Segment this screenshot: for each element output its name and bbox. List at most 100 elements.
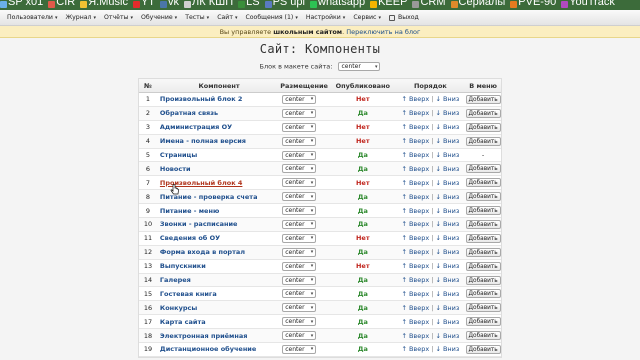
move-down-link[interactable]: ↓ Вниз — [435, 207, 459, 215]
add-to-menu-button[interactable]: Добавить — [465, 303, 501, 313]
bookmark-item[interactable]: YT — [132, 0, 155, 8]
published-toggle[interactable]: Да — [330, 193, 396, 201]
component-link[interactable]: Новости — [157, 165, 278, 173]
move-down-link[interactable]: ↓ Вниз — [435, 179, 459, 187]
placement-select[interactable]: center ▾ — [282, 303, 317, 313]
move-down-link[interactable]: ↓ Вниз — [435, 109, 459, 117]
add-to-menu-button[interactable]: Добавить — [465, 289, 501, 299]
move-down-link[interactable]: ↓ Вниз — [435, 318, 459, 326]
component-link[interactable]: Звонки - расписание — [157, 220, 278, 228]
add-to-menu-button[interactable]: Добавить — [465, 344, 501, 354]
component-link[interactable]: Галерея — [157, 276, 278, 284]
placement-select[interactable]: center ▾ — [282, 108, 317, 118]
move-up-link[interactable]: ↑ Вверх — [401, 193, 429, 201]
published-toggle[interactable]: Нет — [330, 179, 396, 187]
placement-select[interactable]: center ▾ — [282, 331, 317, 341]
component-link[interactable]: Дистанционное обучение — [157, 345, 278, 353]
menu-item[interactable]: Отчёты ▾ — [100, 10, 137, 26]
move-down-link[interactable]: ↓ Вниз — [435, 151, 459, 159]
menu-item[interactable]: Сервис ▾ — [349, 10, 385, 26]
layout-block-select[interactable]: center ▾ — [338, 62, 381, 71]
placement-select[interactable]: center ▾ — [282, 150, 317, 160]
menu-item[interactable]: Выход — [385, 10, 423, 26]
menu-item[interactable]: Сайт ▾ — [213, 10, 241, 26]
move-down-link[interactable]: ↓ Вниз — [435, 193, 459, 201]
add-to-menu-button[interactable]: Добавить — [465, 136, 501, 146]
placement-select[interactable]: center ▾ — [282, 192, 317, 202]
move-up-link[interactable]: ↑ Вверх — [401, 207, 429, 215]
bookmark-item[interactable]: CRM — [412, 0, 446, 8]
move-down-link[interactable]: ↓ Вниз — [435, 332, 459, 340]
bookmark-item[interactable]: vk — [160, 0, 179, 8]
header-published[interactable]: Опубликовано — [330, 82, 396, 90]
placement-select[interactable]: center ▾ — [282, 219, 317, 229]
add-to-menu-button[interactable]: Добавить — [465, 192, 501, 202]
placement-select[interactable]: center ▾ — [282, 206, 317, 216]
bookmark-item[interactable]: Я.Music — [80, 0, 128, 8]
published-toggle[interactable]: Да — [330, 345, 396, 353]
bookmark-item[interactable]: SP x01 — [0, 0, 43, 8]
move-down-link[interactable]: ↓ Вниз — [435, 95, 459, 103]
move-down-link[interactable]: ↓ Вниз — [435, 248, 459, 256]
move-up-link[interactable]: ↑ Вверх — [401, 220, 429, 228]
move-up-link[interactable]: ↑ Вверх — [401, 332, 429, 340]
move-down-link[interactable]: ↓ Вниз — [435, 304, 459, 312]
move-up-link[interactable]: ↑ Вверх — [401, 151, 429, 159]
bookmark-item[interactable]: LS — [238, 0, 260, 8]
move-up-link[interactable]: ↑ Вверх — [401, 109, 429, 117]
component-link[interactable]: Администрация ОУ — [157, 123, 278, 131]
bookmark-item[interactable]: ЛК КШП — [184, 0, 233, 8]
move-down-link[interactable]: ↓ Вниз — [435, 234, 459, 242]
published-toggle[interactable]: Нет — [330, 137, 396, 145]
move-down-link[interactable]: ↓ Вниз — [435, 220, 459, 228]
placement-select[interactable]: center ▾ — [282, 317, 317, 327]
component-link[interactable]: Выпускники — [157, 262, 278, 270]
bookmark-item[interactable]: Сериалы — [450, 0, 505, 8]
bookmark-item[interactable]: whatsapp — [310, 0, 365, 8]
menu-item[interactable]: Настройки ▾ — [302, 10, 349, 26]
add-to-menu-button[interactable]: Добавить — [465, 233, 501, 243]
header-placement[interactable]: Размещение — [278, 82, 330, 90]
add-to-menu-button[interactable]: Добавить — [465, 247, 501, 257]
add-to-menu-button[interactable]: Добавить — [465, 331, 501, 341]
move-up-link[interactable]: ↑ Вверх — [401, 165, 429, 173]
move-down-link[interactable]: ↓ Вниз — [435, 165, 459, 173]
published-toggle[interactable]: Да — [330, 207, 396, 215]
move-up-link[interactable]: ↑ Вверх — [401, 248, 429, 256]
published-toggle[interactable]: Нет — [330, 95, 396, 103]
add-to-menu-button[interactable]: Добавить — [465, 219, 501, 229]
placement-select[interactable]: center ▾ — [282, 164, 317, 174]
bookmark-item[interactable]: PS upl — [264, 0, 305, 8]
placement-select[interactable]: center ▾ — [282, 94, 317, 104]
component-link[interactable]: Конкурсы — [157, 304, 278, 312]
move-up-link[interactable]: ↑ Вверх — [401, 276, 429, 284]
bookmark-item[interactable]: YouTrack — [561, 0, 615, 8]
bookmark-item[interactable]: KEEP — [370, 0, 407, 8]
component-link[interactable]: Произвольный блок 2 — [157, 95, 278, 103]
switch-to-blog-link[interactable]: Переключить на блог — [346, 28, 420, 36]
placement-select[interactable]: center ▾ — [282, 344, 317, 354]
menu-item[interactable]: Пользователи ▾ — [3, 10, 61, 26]
menu-item[interactable]: Тесты ▾ — [181, 10, 213, 26]
move-up-link[interactable]: ↑ Вверх — [401, 345, 429, 353]
placement-select[interactable]: center ▾ — [282, 247, 317, 257]
move-up-link[interactable]: ↑ Вверх — [401, 304, 429, 312]
add-to-menu-button[interactable]: Добавить — [465, 261, 501, 271]
published-toggle[interactable]: Да — [330, 220, 396, 228]
published-toggle[interactable]: Да — [330, 151, 396, 159]
header-num[interactable]: № — [139, 82, 157, 90]
component-link[interactable]: Карта сайта — [157, 318, 278, 326]
move-down-link[interactable]: ↓ Вниз — [435, 276, 459, 284]
move-up-link[interactable]: ↑ Вверх — [401, 137, 429, 145]
move-up-link[interactable]: ↑ Вверх — [401, 318, 429, 326]
move-up-link[interactable]: ↑ Вверх — [401, 234, 429, 242]
add-to-menu-button[interactable]: Добавить — [465, 164, 501, 174]
add-to-menu-button[interactable]: Добавить — [465, 275, 501, 285]
menu-item[interactable]: Обучение ▾ — [137, 10, 181, 26]
add-to-menu-button[interactable]: Добавить — [465, 94, 501, 104]
component-link[interactable]: Электронная приёмная — [157, 332, 278, 340]
published-toggle[interactable]: Нет — [330, 123, 396, 131]
published-toggle[interactable]: Да — [330, 332, 396, 340]
move-up-link[interactable]: ↑ Вверх — [401, 179, 429, 187]
published-toggle[interactable]: Да — [330, 304, 396, 312]
